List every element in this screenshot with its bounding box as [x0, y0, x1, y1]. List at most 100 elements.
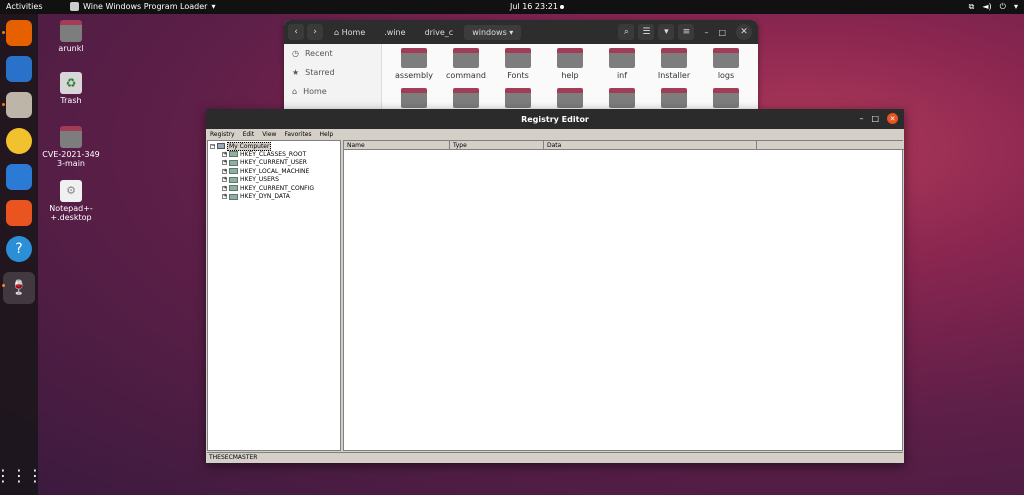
clock[interactable]: Jul 16 23:21 — [510, 2, 558, 11]
folder-item[interactable]: Fonts — [492, 48, 544, 80]
desktop-icon-notepad[interactable]: ⚙ Notepad+-+.desktop — [36, 180, 106, 222]
thunderbird-icon[interactable] — [6, 56, 32, 82]
expand-icon[interactable]: + — [222, 185, 227, 191]
tree-item[interactable]: + HKEY_LOCAL_MACHINE — [222, 167, 309, 175]
chevron-down-icon[interactable]: ▾ — [658, 24, 675, 40]
menu-edit[interactable]: Edit — [243, 131, 255, 138]
sidebar-item-starred[interactable]: ★ Starred — [284, 63, 381, 82]
maximize-icon[interactable]: □ — [871, 114, 879, 123]
desktop-file-icon: ⚙ — [60, 180, 82, 202]
registry-editor-window: Registry Editor – □ ✕ Registry Edit View… — [206, 109, 904, 463]
home-folder-icon — [60, 20, 82, 42]
folder-item[interactable]: Installer — [648, 48, 700, 80]
folder-item[interactable]: command — [440, 48, 492, 80]
column-data[interactable]: Data — [544, 141, 757, 150]
view-list-icon[interactable]: ☰ — [638, 24, 655, 40]
desktop-icon-trash[interactable]: ♻ Trash — [36, 72, 106, 105]
tree-root[interactable]: − My Computer — [210, 141, 272, 151]
minimize-icon[interactable]: – — [859, 114, 863, 123]
expand-icon[interactable]: + — [222, 177, 227, 182]
desktop-icon-label: Notepad+-+.desktop — [49, 204, 93, 222]
menu-view[interactable]: View — [262, 131, 276, 138]
activities-button[interactable]: Activities — [6, 2, 43, 11]
sidebar-item-home[interactable]: ⌂ Home — [284, 82, 381, 101]
expand-icon[interactable]: + — [222, 160, 227, 165]
folder-icon — [229, 193, 238, 200]
sidebar-item-recent[interactable]: ◷ Recent — [284, 44, 381, 63]
power-icon: ⏻ — [999, 2, 1006, 11]
folder-item[interactable]: assembly — [388, 48, 440, 80]
expand-icon[interactable]: + — [222, 194, 227, 199]
tree-item[interactable]: + HKEY_CURRENT_CONFIG — [222, 184, 314, 192]
running-indicator — [2, 103, 5, 106]
writer-icon[interactable] — [6, 164, 32, 190]
status-bar: THESECMASTER — [207, 452, 903, 462]
folder-item[interactable]: inf — [596, 48, 648, 80]
folder-item[interactable] — [596, 88, 648, 110]
desktop-icon-label: Trash — [60, 96, 82, 105]
close-icon[interactable]: ✕ — [887, 113, 898, 124]
folder-item[interactable]: logs — [700, 48, 752, 80]
collapse-icon[interactable]: − — [210, 143, 215, 149]
forward-button[interactable]: › — [307, 24, 323, 40]
folder-icon — [453, 48, 479, 68]
folder-item[interactable] — [544, 88, 596, 110]
back-button[interactable]: ‹ — [288, 24, 304, 40]
system-tray[interactable]: ⧉ ◄) ⏻ ▾ — [969, 2, 1018, 12]
tree-item[interactable]: + HKEY_DYN_DATA — [222, 193, 290, 201]
desktop-icon-cve-folder[interactable]: CVE-2021-3493-main — [36, 126, 106, 168]
folder-icon — [505, 48, 531, 68]
breadcrumb-windows[interactable]: windows ▾ — [464, 24, 522, 40]
menu-favorites[interactable]: Favorites — [284, 131, 311, 138]
menu-icon[interactable]: ≡ — [678, 24, 695, 40]
column-type[interactable]: Type — [450, 141, 544, 150]
file-manager-headerbar: ‹ › ⌂ Home .wine drive_c windows ▾ ⌕ ☰ ▾… — [284, 20, 758, 44]
tree-item[interactable]: + HKEY_USERS — [222, 176, 279, 184]
expand-icon[interactable]: + — [222, 168, 227, 174]
tree-item[interactable]: + HKEY_CLASSES_ROOT — [222, 150, 306, 158]
folder-icon — [609, 88, 635, 108]
folder-icon — [453, 88, 479, 108]
minimize-icon[interactable]: – — [704, 28, 708, 37]
files-icon[interactable] — [6, 92, 32, 118]
menu-registry[interactable]: Registry — [210, 131, 235, 138]
notification-dot-icon — [560, 5, 564, 9]
breadcrumb-home[interactable]: ⌂ Home — [326, 25, 373, 40]
clock-icon: ◷ — [292, 49, 299, 58]
folder-item[interactable]: help — [544, 48, 596, 80]
software-icon[interactable] — [6, 200, 32, 226]
menu-help[interactable]: Help — [320, 131, 334, 138]
rhythmbox-icon[interactable] — [6, 128, 32, 154]
app-menu[interactable]: Wine Windows Program Loader ▾ — [70, 2, 215, 11]
folder-icon — [60, 126, 82, 148]
firefox-icon[interactable] — [6, 20, 32, 46]
folder-item[interactable] — [388, 88, 440, 110]
trash-icon: ♻ — [60, 72, 82, 94]
registry-body: − My Computer + HKEY_CLASSES_ROOT + HKEY… — [207, 140, 904, 451]
folder-item[interactable] — [648, 88, 700, 110]
desktop-icon-home[interactable]: arunkl — [36, 20, 106, 53]
close-icon[interactable]: ✕ — [736, 24, 752, 40]
key-tree: − My Computer + HKEY_CLASSES_ROOT + HKEY… — [207, 140, 341, 451]
folder-item[interactable] — [440, 88, 492, 110]
values-list[interactable]: Name Type Data — [343, 140, 904, 451]
file-manager-window: ‹ › ⌂ Home .wine drive_c windows ▾ ⌕ ☰ ▾… — [284, 20, 758, 110]
folder-item[interactable] — [492, 88, 544, 110]
search-icon[interactable]: ⌕ — [618, 24, 635, 40]
file-manager-sidebar: ◷ Recent ★ Starred ⌂ Home — [284, 44, 382, 110]
registry-editor-titlebar[interactable]: Registry Editor – □ ✕ — [206, 109, 904, 129]
maximize-icon[interactable]: □ — [718, 28, 726, 37]
column-name[interactable]: Name — [344, 141, 450, 150]
folder-item[interactable] — [700, 88, 752, 110]
folder-icon — [229, 151, 238, 157]
tree-item[interactable]: + HKEY_CURRENT_USER — [222, 159, 307, 167]
show-apps-icon[interactable]: ⋮⋮⋮ — [0, 462, 43, 488]
expand-icon[interactable]: + — [222, 151, 227, 157]
folder-icon — [713, 88, 739, 108]
breadcrumb-wine[interactable]: .wine — [376, 25, 413, 40]
top-bar: Activities Wine Windows Program Loader ▾… — [0, 0, 1024, 14]
dock: ? 🍷 ⋮⋮⋮ — [0, 14, 43, 495]
wine-icon[interactable]: 🍷 — [3, 272, 35, 304]
breadcrumb-drive-c[interactable]: drive_c — [417, 25, 462, 40]
help-icon[interactable]: ? — [6, 236, 32, 262]
